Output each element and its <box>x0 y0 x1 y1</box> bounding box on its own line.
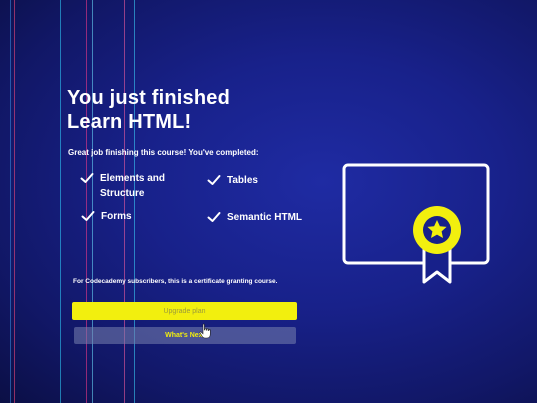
completed-item: Elements and Structure <box>80 171 180 201</box>
screen-glitch-line <box>60 0 61 403</box>
completed-item-label: Tables <box>227 175 258 186</box>
check-icon <box>207 212 221 222</box>
screen-glitch-line <box>14 0 15 403</box>
cursor-icon <box>199 323 211 339</box>
completed-item: Forms <box>81 209 181 224</box>
check-icon <box>81 211 95 221</box>
title-line-1: You just finished <box>67 87 231 109</box>
completed-item: Semantic HTML <box>207 210 307 225</box>
completion-screen: You just finished Learn HTML! Great job … <box>0 0 537 403</box>
title-line-2: Learn HTML! <box>67 111 192 133</box>
subscriber-note: For Codecademy subscribers, this is a ce… <box>73 278 278 285</box>
page-title: You just finished Learn HTML! <box>67 86 230 134</box>
completed-item-label: Semantic HTML <box>227 212 303 223</box>
certificate-icon <box>342 163 490 284</box>
check-icon <box>207 175 221 185</box>
check-icon <box>80 173 94 183</box>
completed-item: Tables <box>207 173 307 188</box>
completed-item-label: Forms <box>101 211 132 222</box>
upgrade-plan-label: Upgrade plan <box>163 307 206 315</box>
completed-item-label: Elements and Structure <box>100 173 166 199</box>
upgrade-plan-button[interactable]: Upgrade plan <box>72 302 297 320</box>
screen-glitch-line <box>10 0 11 403</box>
whats-next-button[interactable]: What's Next <box>74 327 296 344</box>
completion-subtitle: Great job finishing this course! You've … <box>68 148 259 157</box>
